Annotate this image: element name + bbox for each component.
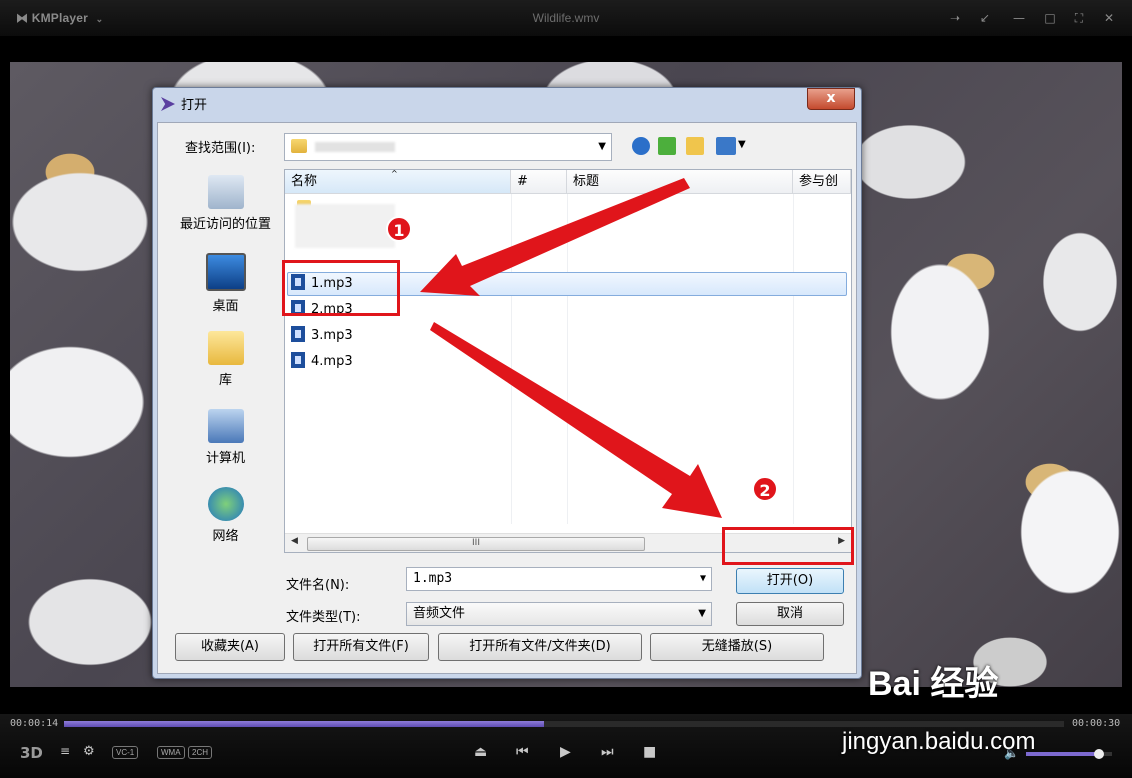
column-header-name[interactable]: 名称 ^ xyxy=(285,169,511,194)
blurred-folder-name xyxy=(315,142,395,152)
place-recent[interactable]: 最近访问的位置 xyxy=(168,175,283,232)
codec-chip-video: VC-1 xyxy=(112,746,139,759)
baidu-url: jingyan.baidu.com xyxy=(842,728,1036,755)
fullscreen-icon[interactable]: ⛶ xyxy=(1070,9,1088,27)
place-label: 最近访问的位置 xyxy=(179,217,271,232)
open-all-files-folders-button[interactable]: 打开所有文件/文件夹(D) xyxy=(438,633,642,661)
filetype-value: 音频文件 xyxy=(413,606,466,621)
codec-chip-audio: WMA xyxy=(157,746,185,759)
desktop-icon xyxy=(205,253,246,291)
compact-icon[interactable]: ↙ xyxy=(976,9,994,27)
blurred-folder-row xyxy=(295,204,395,248)
place-label: 库 xyxy=(218,373,232,388)
stop-icon[interactable]: ■ xyxy=(643,744,656,760)
dialog-title-text: 打开 xyxy=(181,98,208,113)
kmplayer-small-icon xyxy=(161,97,175,111)
column-divider xyxy=(567,194,568,524)
minimize-icon[interactable]: — xyxy=(1010,9,1028,27)
file-name: 4.mp3 xyxy=(311,354,353,369)
recent-places-icon xyxy=(207,175,244,209)
open-button[interactable]: 打开(O) xyxy=(736,568,844,594)
chevron-down-icon[interactable]: ▼ xyxy=(700,568,706,590)
current-time: 00:00:14 xyxy=(10,718,59,729)
chevron-down-icon: ▼ xyxy=(598,141,606,152)
place-desktop[interactable]: 桌面 xyxy=(168,253,283,314)
scroll-left-icon[interactable]: ◀ xyxy=(291,536,298,546)
column-header-contributor[interactable]: 参与创 xyxy=(793,170,851,194)
view-chevron-down-icon[interactable]: ▼ xyxy=(738,139,746,150)
play-icon[interactable]: ▶ xyxy=(560,744,571,760)
place-label: 桌面 xyxy=(212,299,239,314)
place-network[interactable]: 网络 xyxy=(168,487,283,544)
highlight-box-open xyxy=(722,527,854,565)
player-titlebar: ⧓ KMPlayer ⌄ Wildlife.wmv ➝ ↙ — □ ⛶ ✕ xyxy=(0,0,1132,36)
maximize-icon[interactable]: □ xyxy=(1041,9,1059,27)
lookin-label: 查找范围(I): xyxy=(185,141,256,156)
pin-icon[interactable]: ➝ xyxy=(946,9,964,27)
view-menu-icon[interactable] xyxy=(716,137,736,155)
file-row[interactable]: 4.mp3 xyxy=(291,351,353,373)
cancel-button[interactable]: 取消 xyxy=(736,602,844,626)
step-badge-1: 1 xyxy=(386,216,412,242)
column-divider xyxy=(511,194,512,524)
audio-file-icon xyxy=(291,352,305,368)
filename-input[interactable]: 1.mp3 ▼ xyxy=(406,567,712,591)
places-bar: 最近访问的位置 桌面 库 计算机 网络 xyxy=(168,169,283,669)
highlight-box-file xyxy=(282,260,400,316)
place-label: 计算机 xyxy=(205,451,245,466)
sort-arrow-icon: ^ xyxy=(391,169,398,178)
column-divider xyxy=(793,194,794,524)
seek-progress xyxy=(64,721,544,727)
eject-icon[interactable]: ⏏ xyxy=(474,744,487,760)
network-icon xyxy=(207,487,244,521)
filename-value: 1.mp3 xyxy=(413,571,453,586)
baidu-watermark: Bai 经验 xyxy=(868,665,999,703)
close-icon[interactable]: ✕ xyxy=(1100,9,1118,27)
column-label: 名称 xyxy=(291,174,318,189)
place-computer[interactable]: 计算机 xyxy=(168,409,283,466)
open-file-dialog: 打开 x 查找范围(I): ▼ ▼ 最近访问的位置 桌面 库 计算机 网络 名称… xyxy=(152,87,862,679)
volume-knob[interactable] xyxy=(1094,749,1105,759)
up-folder-icon[interactable] xyxy=(658,137,676,155)
chevron-down-icon[interactable]: ▼ xyxy=(698,603,706,625)
3d-button[interactable]: 3D xyxy=(20,744,43,762)
computer-icon xyxy=(207,409,244,443)
codec-chip-channels: 2CH xyxy=(188,746,213,759)
file-name: 3.mp3 xyxy=(311,328,353,343)
volume-slider[interactable] xyxy=(1026,749,1112,759)
previous-icon[interactable]: ⏮ xyxy=(516,744,529,760)
new-folder-icon[interactable] xyxy=(686,137,704,155)
playlist-icon[interactable]: ≡ xyxy=(60,744,70,758)
favorites-button[interactable]: 收藏夹(A) xyxy=(175,633,285,661)
volume-level xyxy=(1026,752,1100,756)
filetype-select[interactable]: 音频文件 ▼ xyxy=(406,602,712,626)
total-time: 00:00:30 xyxy=(1072,718,1121,729)
seek-bar[interactable] xyxy=(64,721,1064,727)
column-header-number[interactable]: # xyxy=(511,170,567,194)
seamless-play-button[interactable]: 无缝播放(S) xyxy=(650,633,824,661)
step-badge-2: 2 xyxy=(752,476,778,502)
next-icon[interactable]: ⏭ xyxy=(601,744,614,760)
scroll-thumb[interactable]: III xyxy=(307,537,645,551)
column-header-title[interactable]: 标题 xyxy=(567,170,793,194)
place-label: 网络 xyxy=(212,529,239,544)
place-library[interactable]: 库 xyxy=(168,331,283,388)
folder-icon xyxy=(291,139,307,153)
filename-label: 文件名(N): xyxy=(286,578,350,593)
audio-file-icon xyxy=(291,326,305,342)
file-row[interactable]: 3.mp3 xyxy=(291,325,353,347)
open-all-files-button[interactable]: 打开所有文件(F) xyxy=(293,633,429,661)
filetype-label: 文件类型(T): xyxy=(286,610,361,625)
lookin-dropdown[interactable]: ▼ xyxy=(284,133,612,161)
settings-gear-icon[interactable]: ⚙ xyxy=(83,744,95,759)
dialog-body: 查找范围(I): ▼ ▼ 最近访问的位置 桌面 库 计算机 网络 名称 ^ # … xyxy=(157,122,857,674)
back-icon[interactable] xyxy=(632,137,650,155)
library-icon xyxy=(207,331,244,365)
dialog-close-button[interactable]: x xyxy=(807,88,855,110)
dialog-title: 打开 xyxy=(161,94,207,113)
